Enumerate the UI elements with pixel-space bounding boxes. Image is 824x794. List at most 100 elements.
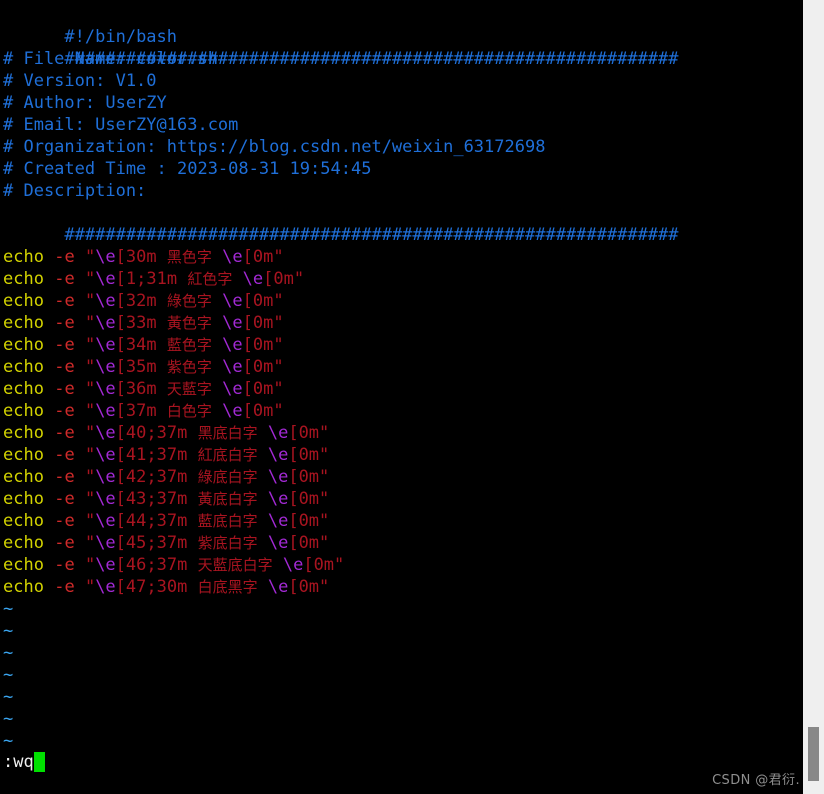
- echo-flag: -e: [54, 379, 75, 399]
- string-label-text: 紅色字: [187, 270, 233, 288]
- ansi-reset-code: [0m: [242, 247, 274, 267]
- echo-keyword: echo: [3, 269, 44, 289]
- string-close-quote: ": [273, 379, 284, 399]
- echo-keyword: echo: [3, 555, 44, 575]
- string-label-text: 白色字: [166, 402, 212, 420]
- code-line-echo: echo -e "\e[37m 白色字 \e[0m": [3, 400, 803, 422]
- ansi-color-code: [36m: [115, 379, 157, 399]
- string-close-quote: ": [293, 269, 305, 289]
- echo-keyword: echo: [3, 423, 44, 443]
- echo-flag: -e: [54, 313, 75, 333]
- string-close-quote: ": [319, 423, 330, 443]
- escape-sequence-prefix: \e: [95, 445, 116, 465]
- string-label-text: 黃色字: [166, 314, 212, 332]
- empty-line-marker: ~: [3, 709, 14, 729]
- terminal-window: #!/bin/bash ############################…: [0, 0, 824, 794]
- code-line-comment: # Description:: [3, 180, 803, 202]
- echo-keyword: echo: [3, 577, 44, 597]
- string-open-quote: ": [84, 423, 96, 443]
- escape-sequence-prefix: \e: [222, 291, 243, 311]
- escape-sequence-prefix: \e: [95, 555, 116, 575]
- code-line-echo: echo -e "\e[36m 天藍字 \e[0m": [3, 378, 803, 400]
- code-line-echo: echo -e "\e[42;37m 綠底白字 \e[0m": [3, 466, 803, 488]
- string-open-quote: ": [84, 533, 96, 553]
- ansi-reset-code: [0m: [288, 467, 320, 487]
- echo-flag: -e: [54, 577, 75, 597]
- code-line-echo: echo -e "\e[44;37m 藍底白字 \e[0m": [3, 510, 803, 532]
- code-line-comment: # Email: UserZY@163.com: [3, 114, 803, 136]
- code-line-echo: echo -e "\e[47;30m 白底黑字 \e[0m": [3, 576, 803, 598]
- string-label-text: 綠色字: [166, 292, 212, 310]
- string-label-text: 紫色字: [166, 358, 212, 376]
- string-close-quote: ": [319, 489, 330, 509]
- comment-text: # Organization: https://blog.csdn.net/we…: [3, 137, 546, 157]
- escape-sequence-prefix: \e: [95, 423, 116, 443]
- page-scrollbar[interactable]: [803, 0, 824, 794]
- echo-keyword: echo: [3, 379, 44, 399]
- string-open-quote: ": [84, 357, 96, 377]
- header-comment-block: # File Name: color.sh # Version: V1.0 # Au…: [3, 48, 803, 202]
- escape-sequence-prefix: \e: [267, 511, 289, 531]
- comment-text: # Author: UserZY: [3, 93, 167, 113]
- echo-keyword: echo: [3, 533, 44, 553]
- string-label-text: 藍底白字: [197, 512, 258, 530]
- escape-sequence-prefix: \e: [267, 467, 289, 487]
- ansi-reset-code: [0m: [288, 423, 320, 443]
- escape-sequence-prefix: \e: [222, 313, 243, 333]
- string-close-quote: ": [273, 401, 284, 421]
- string-open-quote: ": [84, 467, 96, 487]
- escape-sequence-prefix: \e: [95, 577, 116, 597]
- escape-sequence-prefix: \e: [222, 401, 243, 421]
- string-close-quote: ": [273, 357, 284, 377]
- echo-keyword: echo: [3, 489, 44, 509]
- string-open-quote: ": [84, 313, 96, 333]
- echo-statement-block: echo -e "\e[30m 黑色字 \e[0m" echo -e "\e[1;…: [3, 246, 803, 598]
- echo-flag: -e: [54, 489, 75, 509]
- string-label-text: 紫底白字: [197, 534, 258, 552]
- string-close-quote: ": [319, 445, 330, 465]
- ansi-color-code: [1;31m: [115, 269, 178, 289]
- echo-flag: -e: [54, 555, 75, 575]
- ansi-reset-code: [0m: [242, 291, 274, 311]
- escape-sequence-prefix: \e: [95, 533, 116, 553]
- vim-command-line[interactable]: :wq: [3, 751, 45, 773]
- escape-sequence-prefix: \e: [242, 269, 264, 289]
- escape-sequence-prefix: \e: [95, 291, 116, 311]
- code-line-echo: echo -e "\e[34m 藍色字 \e[0m": [3, 334, 803, 356]
- escape-sequence-prefix: \e: [95, 467, 116, 487]
- ansi-reset-code: [0m: [288, 489, 320, 509]
- code-line-comment: # Organization: https://blog.csdn.net/we…: [3, 136, 803, 158]
- string-label-text: 黑色字: [166, 248, 212, 266]
- empty-line-marker: ~: [3, 665, 14, 685]
- scrollbar-thumb[interactable]: [808, 727, 819, 781]
- escape-sequence-prefix: \e: [95, 269, 116, 289]
- ansi-color-code: [44;37m: [115, 511, 188, 531]
- string-label-text: 紅底白字: [197, 446, 258, 464]
- string-open-quote: ": [84, 555, 96, 575]
- comment-text: # Created Time : 2023-08-31 19:54:45: [3, 159, 372, 179]
- empty-line-marker: ~: [3, 643, 14, 663]
- escape-sequence-prefix: \e: [95, 379, 116, 399]
- string-open-quote: ": [84, 379, 96, 399]
- ansi-color-code: [30m: [115, 247, 157, 267]
- string-label-text: 黃底白字: [197, 490, 258, 508]
- vim-text-buffer[interactable]: #!/bin/bash ############################…: [0, 0, 803, 794]
- escape-sequence-prefix: \e: [95, 313, 116, 333]
- code-line-rule-bottom: ########################################…: [3, 202, 803, 245]
- code-line-echo: echo -e "\e[43;37m 黃底白字 \e[0m": [3, 488, 803, 510]
- string-open-quote: ": [84, 511, 96, 531]
- ansi-color-code: [42;37m: [115, 467, 188, 487]
- echo-keyword: echo: [3, 313, 44, 333]
- ansi-reset-code: [0m: [303, 555, 335, 575]
- code-line-echo: echo -e "\e[1;31m 紅色字 \e[0m": [3, 268, 803, 290]
- string-close-quote: ": [273, 335, 284, 355]
- ansi-color-code: [47;30m: [115, 577, 188, 597]
- string-label-text: 藍色字: [166, 336, 212, 354]
- string-open-quote: ": [84, 335, 96, 355]
- string-close-quote: ": [334, 555, 345, 575]
- ansi-color-code: [32m: [115, 291, 157, 311]
- escape-sequence-prefix: \e: [222, 379, 243, 399]
- comment-text: # Version: V1.0: [3, 71, 157, 91]
- code-line-echo: echo -e "\e[45;37m 紫底白字 \e[0m": [3, 532, 803, 554]
- escape-sequence-prefix: \e: [267, 533, 289, 553]
